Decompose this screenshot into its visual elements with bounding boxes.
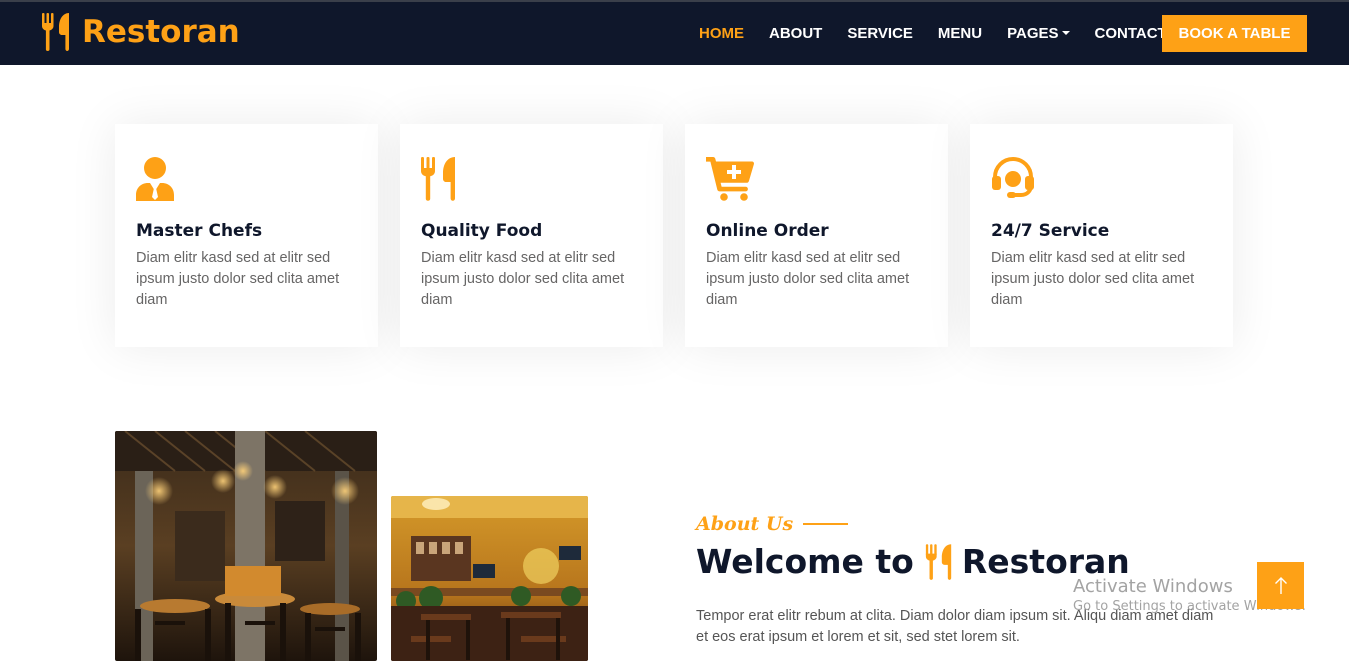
subtitle-line — [803, 523, 849, 525]
headset-icon — [992, 157, 1034, 198]
service-text: Diam elitr kasd sed at elitr sed ipsum j… — [421, 250, 625, 308]
service-title: Online Order — [706, 221, 829, 241]
about-subtitle: About Us — [696, 513, 849, 535]
about-title: Welcome to Restoran — [696, 542, 1130, 581]
about-image-restaurant-interior — [115, 431, 377, 661]
nav-links: Home About Service Menu Pages Contact — [699, 2, 1192, 65]
service-card-24-7-service[interactable]: 24/7 Service Diam elitr kasd sed at elit… — [970, 124, 1233, 347]
service-text: Diam elitr kasd sed at elitr sed ipsum j… — [991, 250, 1195, 308]
nav-link-pages-label: Pages — [1007, 25, 1059, 42]
brand-logo[interactable]: Restoran — [40, 13, 240, 51]
service-text: Diam elitr kasd sed at elitr sed ipsum j… — [706, 250, 910, 308]
nav-link-service[interactable]: Service — [847, 25, 913, 42]
utensils-icon — [925, 543, 952, 580]
service-title: Master Chefs — [136, 221, 263, 241]
nav-link-menu[interactable]: Menu — [938, 25, 982, 42]
service-text: Diam elitr kasd sed at elitr sed ipsum j… — [136, 250, 340, 308]
arrow-up-icon — [1274, 576, 1287, 594]
book-a-table-button[interactable]: Book A Table — [1162, 15, 1307, 52]
restaurant-interior-photo — [115, 431, 377, 661]
nav-link-about[interactable]: About — [769, 25, 822, 42]
nav-link-pages[interactable]: Pages — [1007, 25, 1070, 42]
about-image-dining-room — [391, 496, 588, 661]
navbar: Restoran Home About Service Menu Pages C… — [0, 0, 1349, 65]
nav-link-contact[interactable]: Contact — [1095, 25, 1167, 42]
cart-plus-icon — [706, 157, 754, 201]
back-to-top-button[interactable] — [1257, 562, 1304, 609]
brand-name: Restoran — [82, 14, 240, 50]
service-title: 24/7 Service — [991, 221, 1110, 241]
service-card-online-order[interactable]: Online Order Diam elitr kasd sed at elit… — [685, 124, 948, 347]
service-title: Quality Food — [421, 221, 543, 241]
caret-down-icon — [1061, 30, 1070, 35]
about-title-prefix: Welcome to — [696, 542, 914, 581]
service-card-master-chefs[interactable]: Master Chefs Diam elitr kasd sed at elit… — [115, 124, 378, 347]
nav-link-home[interactable]: Home — [699, 25, 744, 42]
utensils-icon — [42, 13, 69, 51]
about-subtitle-text: About Us — [696, 513, 794, 535]
user-tie-icon — [136, 157, 174, 201]
dining-room-photo — [391, 496, 588, 661]
utensils-icon — [421, 157, 455, 201]
service-card-quality-food[interactable]: Quality Food Diam elitr kasd sed at elit… — [400, 124, 663, 347]
